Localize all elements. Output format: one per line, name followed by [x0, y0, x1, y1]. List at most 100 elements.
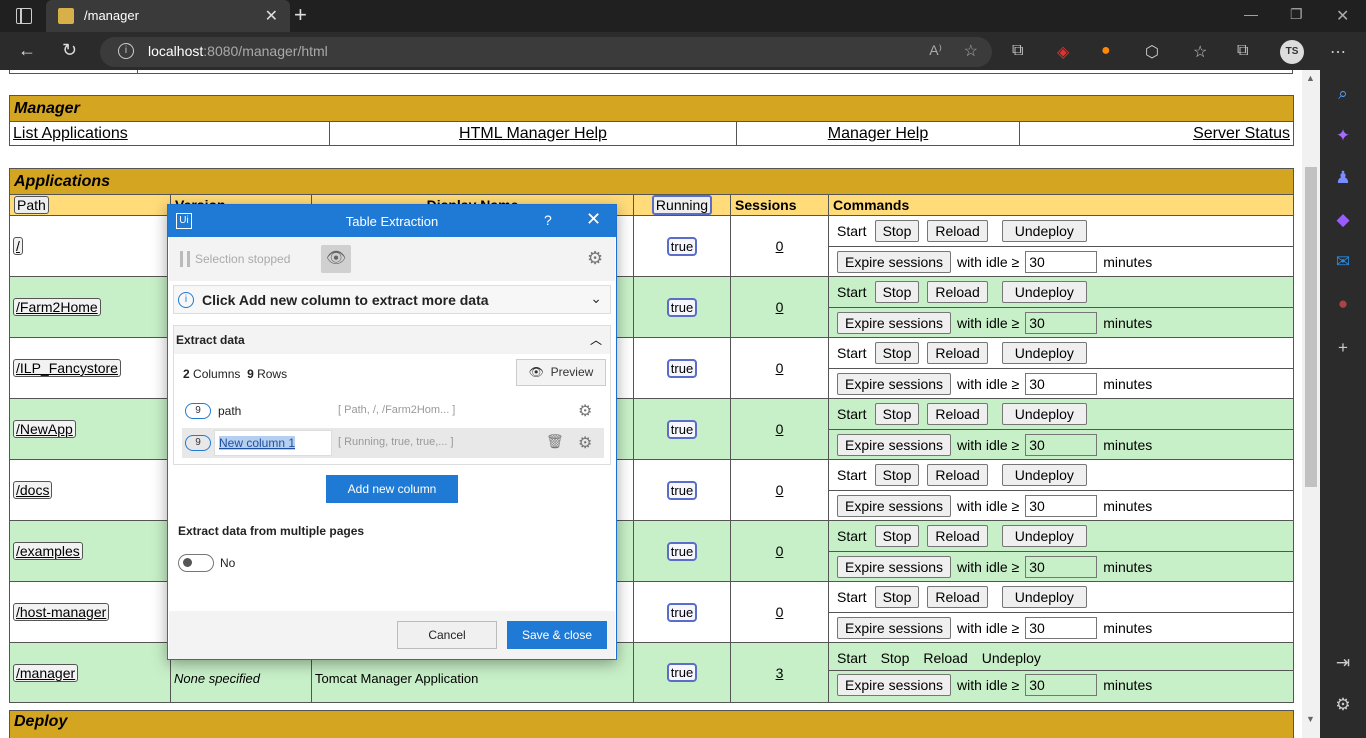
- undeploy-button[interactable]: Undeploy: [1001, 586, 1087, 608]
- close-dialog-icon[interactable]: ✕: [586, 209, 601, 230]
- expire-sessions-button[interactable]: Expire sessions: [837, 250, 952, 273]
- read-aloud-icon[interactable]: A⁾: [929, 42, 942, 59]
- undeploy-link[interactable]: Undeploy: [982, 650, 1041, 666]
- stop-button[interactable]: Stop: [874, 403, 920, 425]
- column-row-new[interactable]: 9 New column 1 [ Running, true, true,...…: [182, 428, 604, 458]
- reload-button[interactable]: Reload: [927, 220, 988, 242]
- restore-icon[interactable]: ❐: [1290, 6, 1303, 23]
- reload-button[interactable]: Reload: [927, 342, 988, 364]
- extract-data-header[interactable]: Extract data ︿: [174, 326, 610, 354]
- office-icon[interactable]: ◆: [1333, 210, 1353, 230]
- add-sidebar-icon[interactable]: +: [1333, 338, 1353, 358]
- column-settings-icon[interactable]: ⚙: [578, 433, 592, 453]
- favorite-star-icon[interactable]: ☆: [964, 41, 978, 61]
- settings-gear-icon[interactable]: ⚙: [587, 248, 603, 269]
- column-row-path[interactable]: 9 path [ Path, /, /Farm2Hom... ] ⚙: [182, 396, 604, 426]
- profile-avatar[interactable]: TS: [1280, 40, 1304, 64]
- multi-page-toggle[interactable]: [178, 554, 214, 572]
- expire-sessions-button[interactable]: Expire sessions: [837, 494, 952, 517]
- app-sessions-link[interactable]: 0: [730, 215, 829, 277]
- stop-button[interactable]: Stop: [874, 342, 920, 364]
- search-icon[interactable]: ⌕: [1333, 84, 1353, 104]
- expire-sessions-button[interactable]: Expire sessions: [837, 311, 952, 334]
- trash-icon[interactable]: 🗑: [546, 433, 564, 450]
- column-name-input[interactable]: New column 1: [214, 430, 332, 456]
- undeploy-button[interactable]: Undeploy: [1001, 403, 1087, 425]
- expire-sessions-button[interactable]: Expire sessions: [837, 674, 952, 696]
- app-path-link[interactable]: /docs: [13, 481, 53, 499]
- column-settings-icon[interactable]: ⚙: [578, 401, 592, 421]
- app-path-link[interactable]: /manager: [13, 663, 79, 682]
- outlook-icon[interactable]: ✉: [1333, 252, 1353, 272]
- app-sessions-link[interactable]: 0: [730, 581, 829, 643]
- manager-help-link[interactable]: Manager Help: [736, 121, 1020, 146]
- list-applications-link[interactable]: List Applications: [9, 121, 330, 146]
- stop-button[interactable]: Stop: [874, 586, 920, 608]
- col-path-header[interactable]: Path: [14, 196, 49, 214]
- favorites-icon[interactable]: ☆: [1193, 42, 1207, 62]
- app-path-link[interactable]: /NewApp: [13, 420, 76, 438]
- idle-minutes-input[interactable]: 30: [1025, 311, 1098, 334]
- app-sessions-link[interactable]: 0: [730, 276, 829, 338]
- people-icon[interactable]: ♟: [1333, 168, 1353, 188]
- extensions-puzzle-icon[interactable]: ⬡: [1145, 42, 1159, 62]
- preview-button[interactable]: 👁 Preview: [516, 359, 606, 386]
- idle-minutes-input[interactable]: 30: [1025, 433, 1098, 456]
- app-sessions-link[interactable]: 3: [730, 642, 829, 703]
- close-tab-icon[interactable]: ✕: [265, 6, 278, 26]
- stop-button[interactable]: Stop: [874, 220, 920, 242]
- app-path-link[interactable]: /host-manager: [13, 603, 110, 621]
- add-new-column-button[interactable]: Add new column: [326, 475, 458, 503]
- more-menu-icon[interactable]: ⋯: [1330, 42, 1346, 62]
- vertical-tabs-icon[interactable]: [16, 8, 32, 24]
- idle-minutes-input[interactable]: 30: [1025, 674, 1098, 696]
- copilot-icon[interactable]: ✦: [1333, 126, 1353, 146]
- back-icon[interactable]: ←: [18, 40, 36, 61]
- undeploy-button[interactable]: Undeploy: [1001, 220, 1087, 242]
- stop-link[interactable]: Stop: [881, 650, 910, 666]
- undeploy-button[interactable]: Undeploy: [1001, 525, 1087, 547]
- undeploy-button[interactable]: Undeploy: [1001, 464, 1087, 486]
- cancel-button[interactable]: Cancel: [397, 621, 497, 649]
- html-manager-help-link[interactable]: HTML Manager Help: [329, 121, 737, 146]
- reload-button[interactable]: Reload: [927, 281, 988, 303]
- save-close-button[interactable]: Save & close: [507, 621, 607, 649]
- help-button[interactable]: ?: [544, 212, 552, 228]
- page-scrollbar[interactable]: ▲ ▼: [1302, 70, 1320, 738]
- extension-icon[interactable]: ⧉: [1012, 42, 1023, 60]
- idle-minutes-input[interactable]: 30: [1025, 494, 1098, 517]
- server-status-link[interactable]: Server Status: [1019, 121, 1294, 146]
- app-sessions-link[interactable]: 0: [730, 337, 829, 399]
- app-sessions-link[interactable]: 0: [730, 398, 829, 460]
- app-path-link[interactable]: /Farm2Home: [13, 298, 101, 316]
- sidebar-settings-icon[interactable]: ⚙: [1333, 695, 1353, 715]
- idle-minutes-input[interactable]: 30: [1025, 372, 1098, 395]
- reload-button[interactable]: Reload: [927, 464, 988, 486]
- new-tab-icon[interactable]: +: [294, 2, 307, 28]
- close-window-icon[interactable]: ✕: [1336, 6, 1349, 26]
- hide-sidebar-icon[interactable]: ⇥: [1333, 653, 1353, 673]
- stop-button[interactable]: Stop: [874, 281, 920, 303]
- app-path-link[interactable]: /examples: [13, 542, 83, 560]
- reload-link[interactable]: Reload: [923, 650, 967, 666]
- collections-icon[interactable]: ⧉: [1237, 42, 1248, 60]
- refresh-icon[interactable]: ↻: [62, 40, 77, 61]
- browser-tab[interactable]: /manager ✕: [46, 0, 290, 32]
- eye-icon[interactable]: 👁: [321, 245, 351, 273]
- mcafee-icon[interactable]: ◈: [1057, 42, 1069, 62]
- app-sessions-link[interactable]: 0: [730, 520, 829, 582]
- undeploy-button[interactable]: Undeploy: [1001, 281, 1087, 303]
- reload-button[interactable]: Reload: [927, 525, 988, 547]
- reload-button[interactable]: Reload: [927, 403, 988, 425]
- expire-sessions-button[interactable]: Expire sessions: [837, 372, 952, 395]
- expire-sessions-button[interactable]: Expire sessions: [837, 555, 952, 578]
- app-sessions-link[interactable]: 0: [730, 459, 829, 521]
- app-path-link[interactable]: /: [13, 237, 23, 255]
- idle-minutes-input[interactable]: 30: [1025, 250, 1098, 273]
- reload-button[interactable]: Reload: [927, 586, 988, 608]
- idle-minutes-input[interactable]: 30: [1025, 616, 1098, 639]
- col-running-header[interactable]: Running: [651, 195, 713, 215]
- pause-icon[interactable]: [180, 251, 190, 267]
- start-link[interactable]: Start: [837, 650, 867, 666]
- games-icon[interactable]: ●: [1333, 294, 1353, 314]
